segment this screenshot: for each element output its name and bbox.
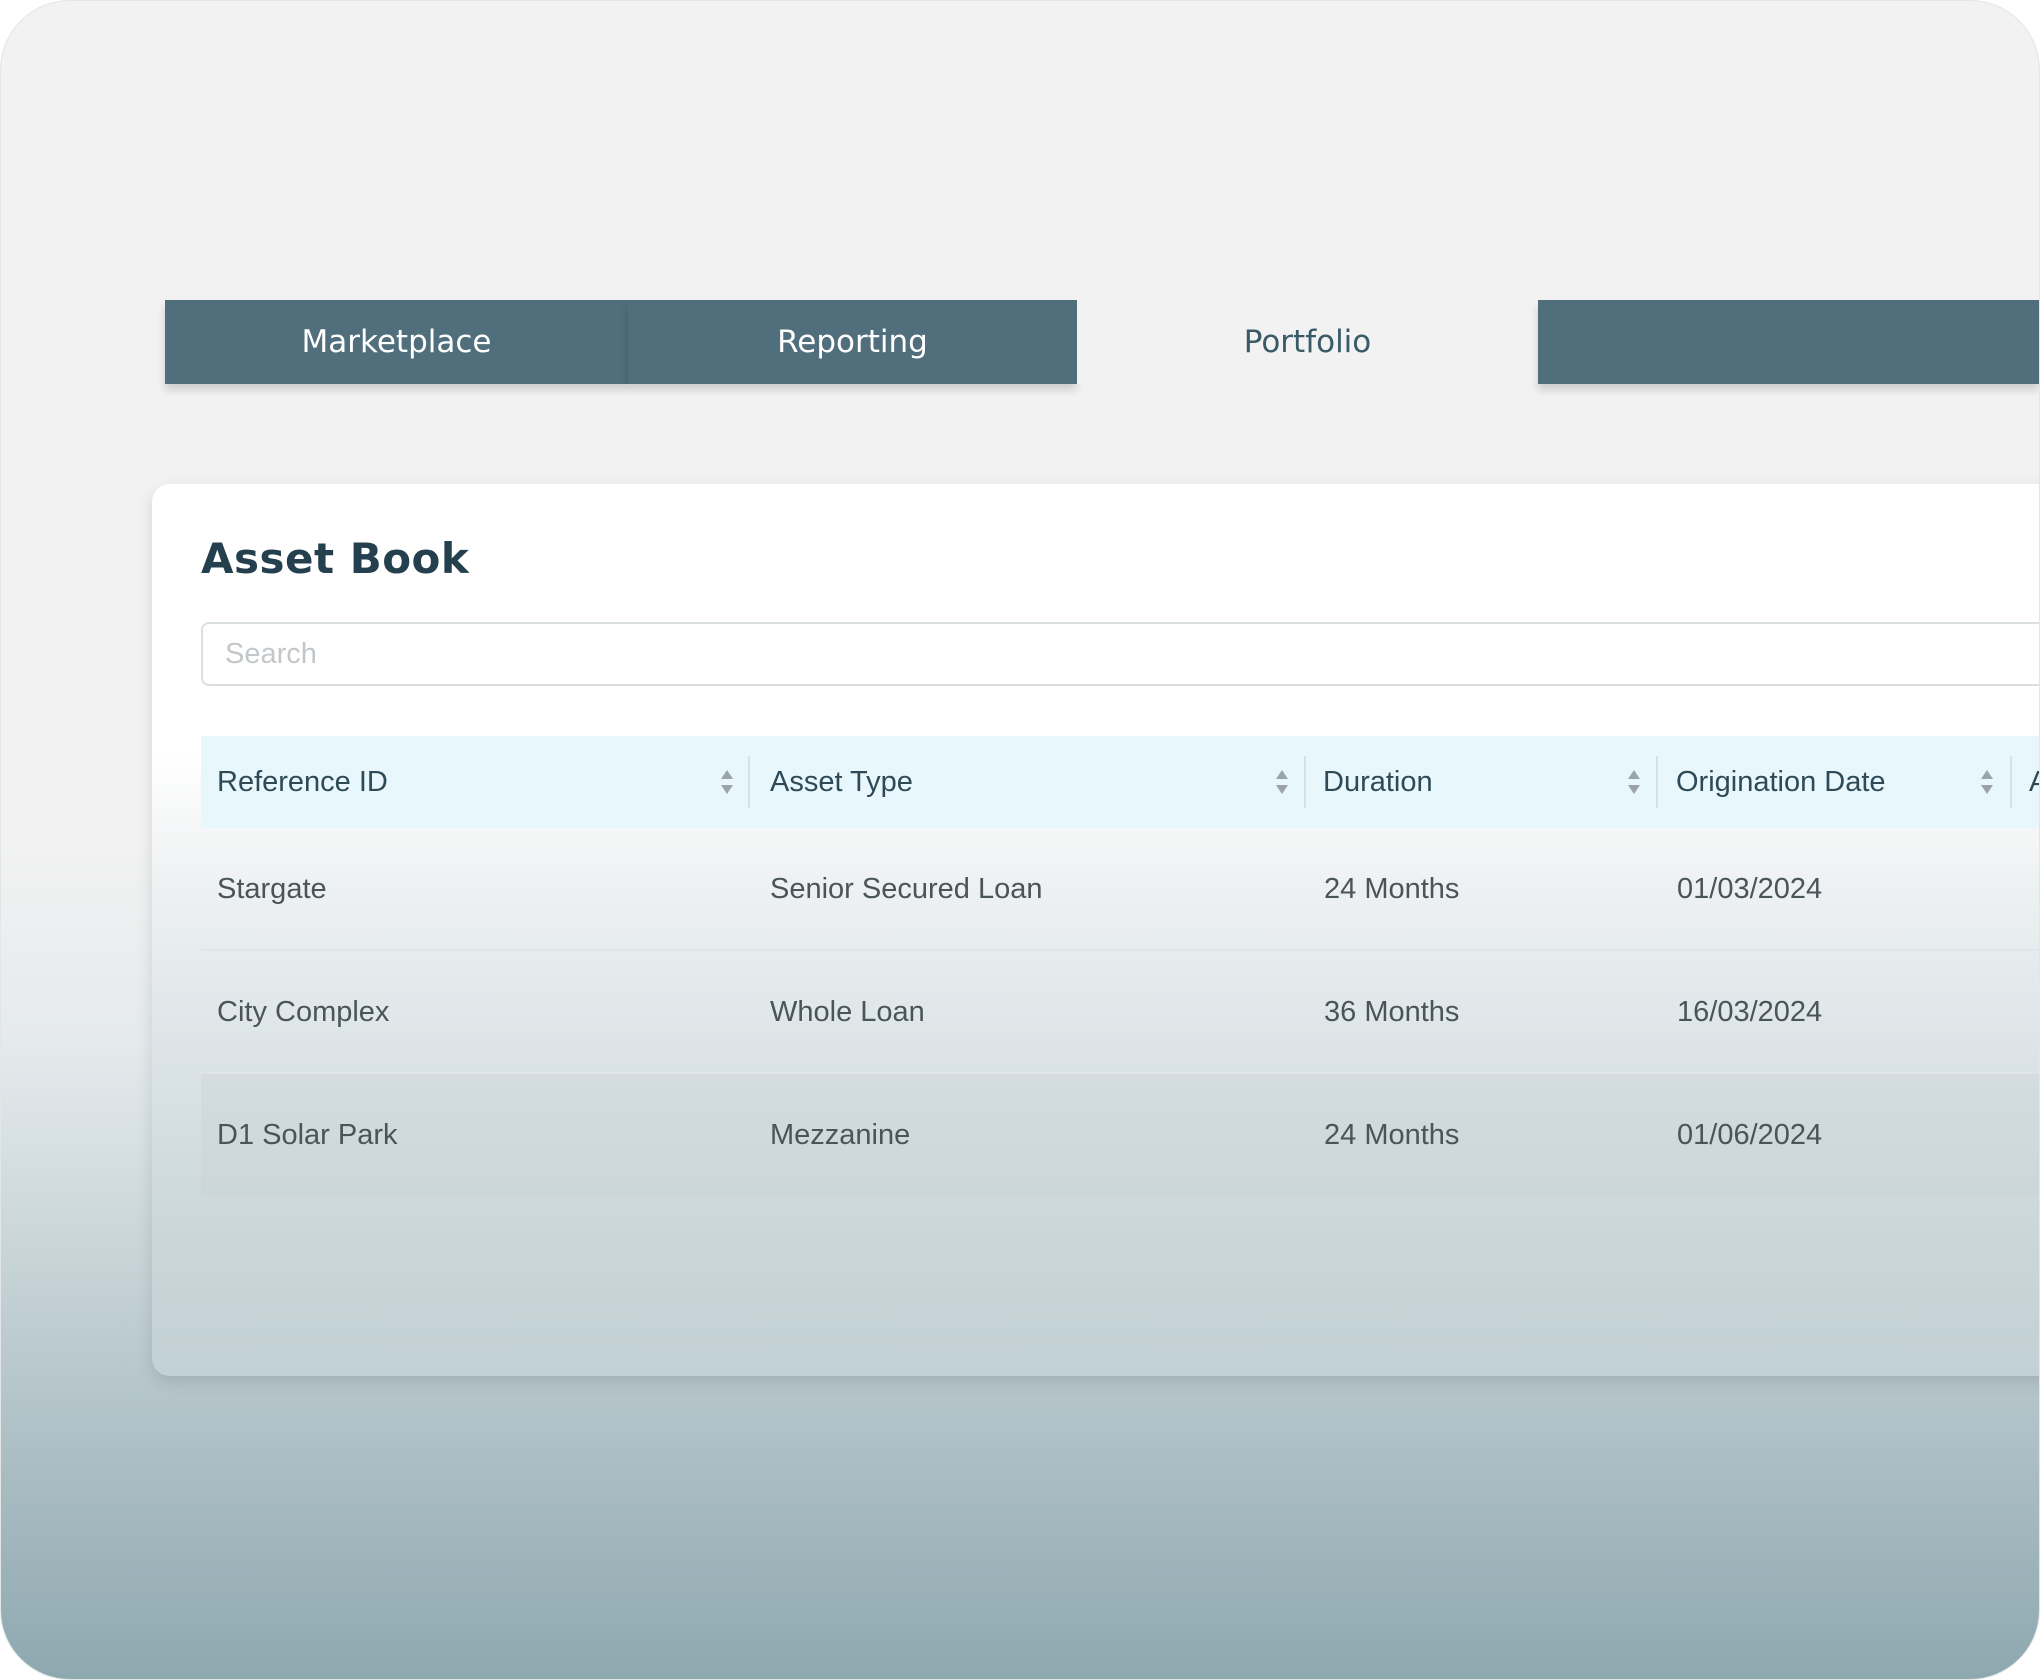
tab-portfolio-label: Portfolio [1243,324,1372,360]
cell-reference-id: D1 Solar Park [217,1119,398,1151]
tab-marketplace-label: Marketplace [301,324,492,360]
cell-duration: 36 Months [1324,996,1460,1028]
cell-reference-id: City Complex [217,996,390,1028]
cell-duration: 24 Months [1324,1119,1460,1151]
column-header-label: A [2029,766,2039,799]
cell-duration: 24 Months [1324,873,1460,905]
table-row[interactable]: City Complex Whole Loan 36 Months 16/03/… [201,951,2039,1074]
column-header-truncated[interactable]: A [2029,736,2039,828]
tab-bar-filler [1538,300,2039,384]
column-header-label: Origination Date [1676,765,1886,798]
tab-portfolio[interactable]: Portfolio [1077,300,1538,384]
cell-asset-type: Senior Secured Loan [770,873,1043,905]
table-header: Reference ID Asset Type Duration Origina… [201,736,2039,828]
column-divider [2010,756,2012,808]
column-header-reference-id[interactable]: Reference ID [217,736,388,828]
sort-icon[interactable] [1626,768,1642,796]
asset-table: Reference ID Asset Type Duration Origina… [201,736,2039,1197]
main-nav-tabs: Marketplace Reporting Portfolio [165,300,2039,384]
column-header-asset-type[interactable]: Asset Type [770,736,913,828]
cell-origination-date: 01/03/2024 [1677,873,1823,905]
cell-origination-date: 16/03/2024 [1677,996,1823,1028]
column-header-label: Duration [1323,765,1433,798]
table-row[interactable]: D1 Solar Park Mezzanine 24 Months 01/06/… [201,1074,2039,1197]
sort-icon[interactable] [1979,768,1995,796]
search-input[interactable] [203,624,2039,684]
app-window: Marketplace Reporting Portfolio Asset Bo… [0,0,2040,1680]
cell-asset-type: Mezzanine [770,1119,911,1151]
column-header-origination-date[interactable]: Origination Date [1676,736,1886,828]
tab-reporting-label: Reporting [777,324,928,360]
table-row[interactable]: Stargate Senior Secured Loan 24 Months 0… [201,828,2039,951]
page-title: Asset Book [201,534,470,583]
tab-marketplace[interactable]: Marketplace [165,300,628,384]
column-divider [748,756,750,808]
cell-asset-type: Whole Loan [770,996,925,1028]
column-divider [1304,756,1306,808]
search-box [201,622,2039,686]
sort-icon[interactable] [719,768,735,796]
cell-origination-date: 01/06/2024 [1677,1119,1823,1151]
asset-book-card: Asset Book Reference ID Asset Type [152,484,2039,1376]
tab-reporting[interactable]: Reporting [628,300,1077,384]
column-header-duration[interactable]: Duration [1323,736,1433,828]
sort-icon[interactable] [1274,768,1290,796]
column-header-label: Asset Type [770,765,913,798]
cell-reference-id: Stargate [217,873,327,905]
column-header-label: Reference ID [217,765,388,798]
column-divider [1656,756,1658,808]
